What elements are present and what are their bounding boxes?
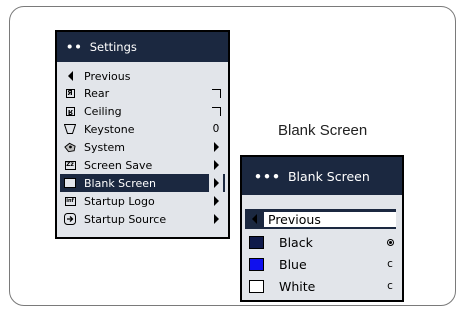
keystone-value: 0: [212, 123, 220, 135]
blank-screen-menu-title: Blank Screen: [287, 168, 370, 184]
settings-menu-header: •• Settings: [57, 32, 228, 62]
submenu-item-white[interactable]: White c: [245, 276, 399, 296]
menu-item-system[interactable]: System: [60, 138, 225, 156]
back-arrow-icon: [64, 70, 76, 82]
menu-item-ceiling[interactable]: Я Ceiling: [60, 102, 225, 120]
back-arrow-icon: [248, 213, 260, 225]
submenu-arrow-icon: [209, 196, 223, 206]
blank-screen-menu: ••• Blank Screen Previous Black Blue c W…: [240, 155, 404, 302]
menu-item-label: Startup Logo: [84, 194, 155, 208]
menu-dots-icon: ••: [66, 40, 83, 54]
rear-checkbox[interactable]: [209, 88, 223, 98]
ceiling-checkbox[interactable]: [209, 106, 223, 116]
blank-screen-caption: Blank Screen: [278, 122, 368, 139]
settings-menu-title: Settings: [89, 40, 137, 54]
menu-item-label: Black: [279, 234, 313, 250]
blank-screen-icon: [64, 177, 76, 189]
blue-radio[interactable]: c: [383, 258, 397, 270]
submenu-arrow-icon: [209, 174, 223, 192]
blue-swatch: [249, 257, 264, 271]
menu-item-label: Startup Source: [84, 212, 167, 226]
menu-item-previous[interactable]: Previous: [60, 67, 225, 85]
menu-item-label: System: [84, 140, 126, 154]
settings-menu: •• Settings Previous Я Rear Я Ceiling Ke…: [55, 30, 230, 239]
menu-item-rear[interactable]: Я Rear: [60, 84, 225, 102]
system-icon: [64, 141, 76, 153]
submenu-arrow-icon: [209, 160, 223, 170]
submenu-item-blue[interactable]: Blue c: [245, 254, 399, 274]
submenu-arrow-icon: [209, 214, 223, 224]
menu-item-label: Previous: [84, 69, 131, 83]
menu-item-label: Ceiling: [84, 104, 122, 118]
white-swatch: [249, 279, 264, 293]
keystone-icon: [64, 123, 76, 135]
menu-item-label: Blank Screen: [84, 176, 156, 190]
startup-logo-icon: inf: [64, 196, 76, 206]
menu-dots-icon: •••: [254, 168, 281, 184]
menu-item-label: Keystone: [84, 122, 135, 136]
menu-item-label: Previous: [264, 211, 396, 227]
menu-item-label: Screen Save: [84, 158, 153, 172]
submenu-item-black[interactable]: Black: [245, 232, 399, 252]
black-radio[interactable]: [383, 238, 397, 246]
rear-projection-icon: Я: [65, 88, 75, 98]
white-radio[interactable]: c: [383, 280, 397, 292]
submenu-arrow-icon: [209, 142, 223, 152]
menu-item-blank-screen[interactable]: Blank Screen: [60, 174, 225, 192]
menu-item-label: White: [279, 278, 316, 294]
ceiling-mount-icon: Я: [65, 106, 75, 116]
menu-item-label: Blue: [279, 256, 307, 272]
menu-item-startup-source[interactable]: Startup Source: [60, 210, 225, 228]
menu-item-label: Rear: [84, 86, 110, 100]
submenu-item-previous[interactable]: Previous: [245, 209, 396, 229]
screen-save-icon: Zz: [64, 160, 76, 170]
menu-item-screen-save[interactable]: Zz Screen Save: [60, 156, 225, 174]
startup-source-icon: [64, 213, 76, 225]
black-swatch: [249, 235, 264, 249]
menu-item-keystone[interactable]: Keystone 0: [60, 120, 225, 138]
menu-item-startup-logo[interactable]: inf Startup Logo: [60, 192, 225, 210]
blank-screen-menu-header: ••• Blank Screen: [242, 157, 402, 195]
